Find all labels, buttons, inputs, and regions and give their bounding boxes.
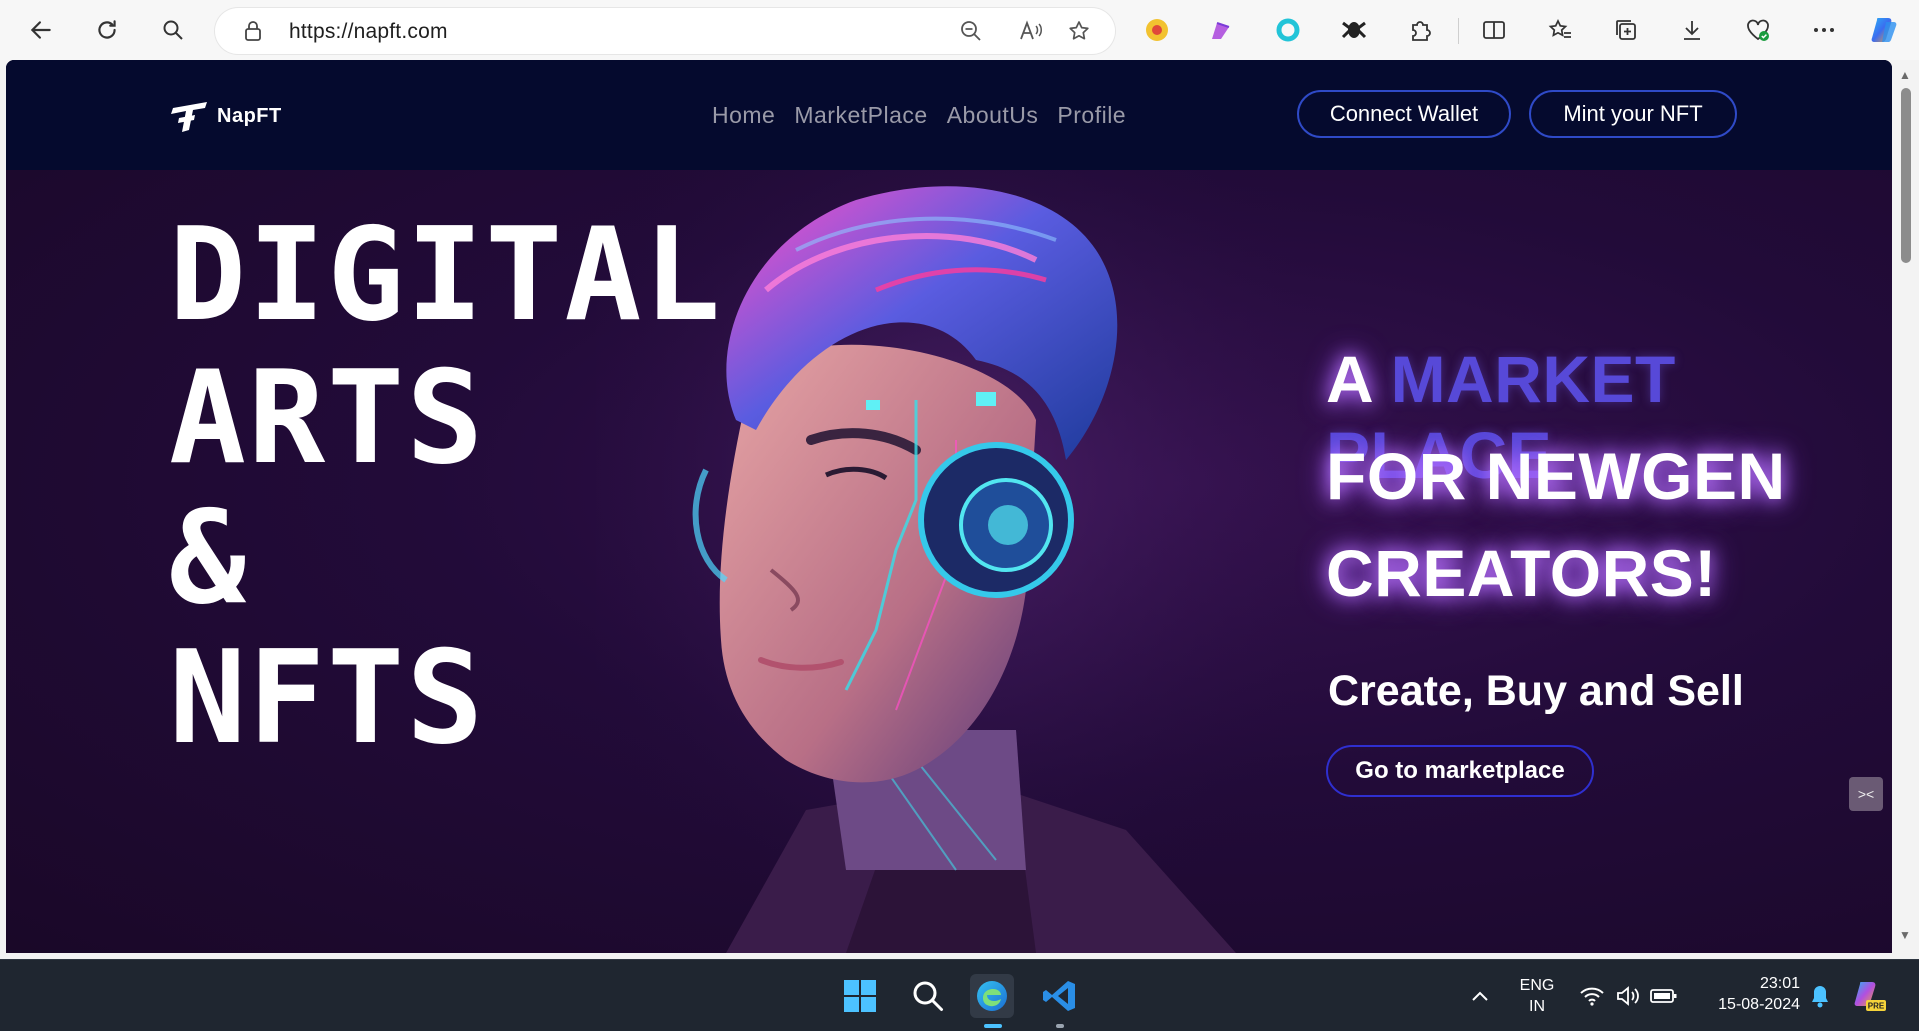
copilot-preview-icon[interactable]: PRE: [1848, 974, 1892, 1018]
back-button[interactable]: [23, 12, 59, 48]
language-code: ENG: [1519, 977, 1555, 994]
site-info-lock-icon[interactable]: [237, 15, 269, 47]
reload-button[interactable]: [89, 12, 125, 48]
nav-link-marketplace[interactable]: MarketPlace: [794, 102, 927, 129]
read-aloud-icon[interactable]: [1015, 15, 1047, 47]
extension-bug-icon[interactable]: [1338, 14, 1370, 46]
more-options-icon[interactable]: [1808, 14, 1840, 46]
split-screen-icon[interactable]: [1478, 14, 1510, 46]
napft-logo-icon: [171, 102, 207, 132]
connect-wallet-button[interactable]: Connect Wallet: [1297, 90, 1511, 138]
logo-text: NapFT: [217, 104, 282, 127]
clock[interactable]: 23:01 15-08-2024: [1690, 974, 1800, 1016]
hero-tagline: Create, Buy and Sell: [1328, 667, 1744, 715]
favorites-icon[interactable]: [1544, 14, 1576, 46]
edge-active-indicator: [984, 1024, 1002, 1028]
hero-title-line-2: ARTS: [169, 344, 486, 493]
favorite-star-icon[interactable]: [1063, 15, 1095, 47]
copilot-badge-text: PRE: [1868, 1002, 1885, 1011]
reload-icon: [98, 20, 116, 39]
back-arrow-icon: [30, 21, 51, 39]
hero-title-line-3: &: [169, 484, 249, 633]
main-nav: Home MarketPlace AboutUs Profile: [712, 102, 1126, 129]
page-scrollbar[interactable]: ▲ ▼: [1892, 60, 1919, 953]
hero-title-line-1: DIGITAL: [169, 201, 723, 350]
search-icon: [163, 20, 183, 40]
search-button[interactable]: [155, 12, 191, 48]
taskbar-search-icon[interactable]: [906, 974, 950, 1018]
clock-time: 23:01: [1759, 975, 1800, 992]
side-panel-toggle[interactable]: ><: [1849, 777, 1883, 811]
hero-title-line-4: NFTS: [169, 624, 486, 773]
mint-nft-button[interactable]: Mint your NFT: [1529, 90, 1737, 138]
show-hidden-icons-chevron-icon[interactable]: [1458, 974, 1502, 1018]
extension-color-icon[interactable]: [1141, 14, 1173, 46]
nav-link-profile[interactable]: Profile: [1057, 102, 1126, 129]
collections-icon[interactable]: [1610, 14, 1642, 46]
extension-pen-icon[interactable]: [1205, 14, 1237, 46]
extension-ring-icon[interactable]: [1272, 14, 1304, 46]
nav-link-aboutus[interactable]: AboutUs: [947, 102, 1039, 129]
go-to-marketplace-button[interactable]: Go to marketplace: [1326, 745, 1594, 797]
hero-section: DIGITAL ARTS & NFTS A MARKET PLACE FOR N…: [6, 170, 1892, 953]
toolbar-separator: [1458, 18, 1459, 44]
scroll-down-arrow-icon[interactable]: ▼: [1899, 928, 1911, 942]
browser-toolbar: https://napft.com: [0, 0, 1919, 60]
scroll-up-arrow-icon[interactable]: ▲: [1899, 68, 1911, 82]
copilot-icon[interactable]: [1870, 14, 1902, 46]
input-language[interactable]: ENG IN: [1512, 976, 1562, 1018]
site-logo[interactable]: NapFT: [169, 98, 282, 134]
zoom-out-icon[interactable]: [955, 15, 987, 47]
taskbar-edge-icon[interactable]: [970, 974, 1014, 1018]
extensions-puzzle-icon[interactable]: [1404, 14, 1436, 46]
clock-date: 15-08-2024: [1718, 995, 1800, 1013]
windows-taskbar: ENG IN 23:01 15-08-2024 PRE: [0, 959, 1919, 1031]
nav-link-home[interactable]: Home: [712, 102, 775, 129]
headline-a: A: [1326, 342, 1372, 416]
headline-line-2: FOR NEWGEN: [1326, 439, 1786, 513]
headline-line-3: CREATORS!: [1326, 536, 1717, 610]
notifications-bell-icon[interactable]: [1798, 974, 1842, 1018]
scrollbar-thumb[interactable]: [1901, 88, 1911, 263]
start-windows-icon[interactable]: [838, 974, 882, 1018]
address-bar[interactable]: https://napft.com: [215, 8, 1115, 54]
browser-essentials-icon[interactable]: [1742, 14, 1774, 46]
vscode-open-indicator: [1056, 1024, 1064, 1028]
url-text: https://napft.com: [289, 20, 448, 43]
downloads-icon[interactable]: [1676, 14, 1708, 46]
page-viewport: NapFT Home MarketPlace AboutUs Profile C…: [6, 60, 1892, 953]
battery-icon[interactable]: [1642, 974, 1686, 1018]
site-navbar: NapFT Home MarketPlace AboutUs Profile C…: [6, 60, 1892, 170]
language-region: IN: [1529, 997, 1545, 1015]
taskbar-vscode-icon[interactable]: [1038, 974, 1082, 1018]
